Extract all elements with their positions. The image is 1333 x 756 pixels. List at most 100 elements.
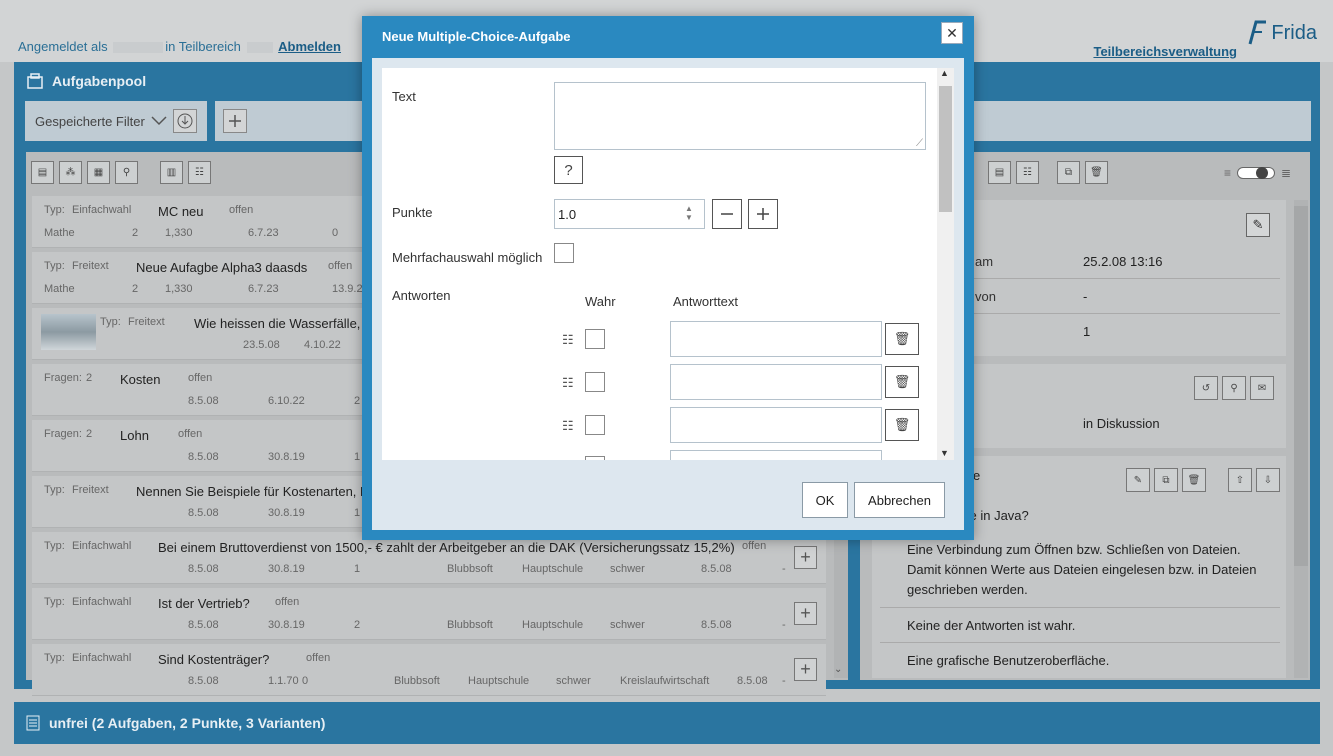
copy-button[interactable]: ⧉ <box>1057 161 1080 184</box>
points-spinner[interactable]: ▲ ▼ <box>685 204 693 222</box>
task-text-area[interactable]: ⟋ <box>554 82 926 150</box>
toggle-switch[interactable] <box>1237 167 1276 179</box>
detail-view-button[interactable]: ▤ <box>988 161 1011 184</box>
row-cell: Hauptschule <box>522 563 584 575</box>
row-kind: Freitext <box>128 316 165 328</box>
row-kind: Einfachwahl <box>72 204 132 216</box>
row-status: offen <box>328 260 353 272</box>
answer-true-checkbox[interactable] <box>585 329 605 349</box>
section-label: e <box>973 468 981 483</box>
resize-icon[interactable]: ⟋ <box>916 138 923 149</box>
tool-new-task-button[interactable]: ▤ <box>31 160 54 184</box>
row-cell: 0 <box>302 675 309 687</box>
footer-label: unfrei (2 Aufgaben, 2 Punkte, 3 Variante… <box>49 715 326 731</box>
edit-info-button[interactable]: ✎ <box>1246 213 1270 237</box>
row-type-label: Fragen: <box>44 372 82 384</box>
frida-logo-icon <box>1248 20 1267 45</box>
delete-answer-button[interactable]: 🗑 <box>885 366 919 398</box>
move-down-button[interactable]: ⇩ <box>1256 468 1280 492</box>
row-status: offen <box>275 596 300 608</box>
tool-compare-button[interactable]: ▥ <box>160 160 183 184</box>
answer-text-input[interactable] <box>670 450 882 460</box>
scroll-up-icon[interactable]: ▲ <box>940 68 949 78</box>
footer-bar[interactable]: unfrei (2 Aufgaben, 2 Punkte, 3 Variante… <box>14 702 1320 744</box>
answer-true-checkbox[interactable] <box>585 372 605 392</box>
download-filter-button[interactable] <box>172 109 197 133</box>
delete-answer-button[interactable]: 🗑 <box>885 323 919 355</box>
add-task-button[interactable]: + <box>794 658 817 681</box>
frida-logo: Frida <box>1248 20 1317 46</box>
delete-answer-button[interactable]: 🗑 <box>885 409 919 441</box>
scroll-down-icon[interactable]: ⌄ <box>834 664 842 675</box>
answer-true-checkbox[interactable] <box>585 456 605 460</box>
row-cell: Kreislaufwirtschaft <box>620 675 710 687</box>
answer-text-input[interactable] <box>670 364 882 400</box>
move-up-button[interactable]: ⇧ <box>1228 468 1252 492</box>
undo-button[interactable]: ↺ <box>1194 376 1218 400</box>
row-cell: - <box>782 563 786 575</box>
row-cell: 6.7.23 <box>248 283 279 295</box>
download-icon <box>177 113 193 129</box>
detail-scroll-thumb[interactable] <box>1294 206 1308 566</box>
row-cell: 8.5.08 <box>737 675 768 687</box>
row-type-label: Typ: <box>44 652 65 664</box>
logout-link[interactable]: Abmelden <box>278 39 341 54</box>
close-icon[interactable]: ✕ <box>941 22 963 44</box>
row-cell: Hauptschule <box>468 675 530 687</box>
dialog-scroll-thumb[interactable] <box>939 86 952 212</box>
pencil-icon: ✎ <box>1252 217 1264 232</box>
search-status-button[interactable]: ⚲ <box>1222 376 1246 400</box>
comment-button[interactable]: ✉ <box>1250 376 1274 400</box>
help-button[interactable]: ? <box>554 156 583 184</box>
row-type-label: Typ: <box>44 260 65 272</box>
detail-list-button[interactable]: ☷ <box>1016 161 1039 184</box>
row-cell: 1.1.70 <box>268 675 299 687</box>
points-input[interactable] <box>554 199 705 229</box>
tool-list-button[interactable]: ☷ <box>188 160 211 184</box>
scroll-down-icon[interactable]: ▼ <box>940 448 949 458</box>
edit-answers-button[interactable]: ✎ <box>1126 468 1150 492</box>
multi-select-checkbox[interactable] <box>554 243 574 263</box>
increase-points-button[interactable] <box>748 199 778 229</box>
drag-handle-icon[interactable]: ☷ <box>562 375 574 391</box>
view-toggle[interactable]: ≡ ≣ <box>1224 166 1291 180</box>
row-cell: 0 <box>332 227 339 239</box>
table-row[interactable]: Typ: Einfachwahl Ist der Vertrieb? offen 8.5… <box>32 588 826 640</box>
tool-document-button[interactable]: ▦ <box>87 160 110 184</box>
saved-filter-bar[interactable]: Gespeicherte Filter <box>25 101 207 141</box>
cancel-button[interactable]: Abbrechen <box>854 482 945 518</box>
username-redacted <box>113 42 164 54</box>
row-status: offen <box>178 428 203 440</box>
add-task-button[interactable]: + <box>794 546 817 569</box>
status-value: in Diskussion <box>1083 416 1160 431</box>
answer-text-input[interactable] <box>670 407 882 443</box>
add-task-button[interactable]: + <box>794 602 817 625</box>
drag-handle-icon[interactable]: ☷ <box>562 332 574 348</box>
ok-button[interactable]: OK <box>802 482 848 518</box>
tool-search-button[interactable]: ⚲ <box>115 160 138 184</box>
copy-answers-button[interactable]: ⧉ <box>1154 468 1178 492</box>
waterfall-thumbnail <box>41 314 96 350</box>
answer-tools: ✎ ⧉ 🗑 ⇧ ⇩ <box>1126 468 1280 492</box>
answer-true-checkbox[interactable] <box>585 415 605 435</box>
row-title: Neue Aufagbe Alpha3 daasds <box>136 260 308 275</box>
answers-label: Antworten <box>392 288 451 303</box>
drag-handle-icon[interactable]: ☷ <box>562 418 574 434</box>
plus-icon <box>229 115 241 127</box>
decrease-points-button[interactable] <box>712 199 742 229</box>
row-status: offen <box>306 652 331 664</box>
chevron-down-icon[interactable] <box>151 116 167 126</box>
area-admin-link[interactable]: Teilbereichsverwaltung <box>1093 44 1237 59</box>
row-title: Wie heissen die Wasserfälle, di <box>194 316 375 331</box>
table-row[interactable]: Typ: Einfachwahl Sind Kostenträger? offen 8.… <box>32 644 826 696</box>
row-cell: Blubbsoft <box>394 675 440 687</box>
add-filter-button[interactable] <box>223 109 247 133</box>
row-title: MC neu <box>158 204 204 219</box>
row-kind: 2 <box>86 372 93 384</box>
tool-structure-button[interactable]: ⁂ <box>59 160 82 184</box>
delete-button[interactable]: 🗑 <box>1085 161 1108 184</box>
pool-icon <box>27 73 43 89</box>
answer-text-input[interactable] <box>670 321 882 357</box>
dialog-scrollbar[interactable]: ▲ ▼ <box>937 68 954 460</box>
delete-answers-button[interactable]: 🗑 <box>1182 468 1206 492</box>
